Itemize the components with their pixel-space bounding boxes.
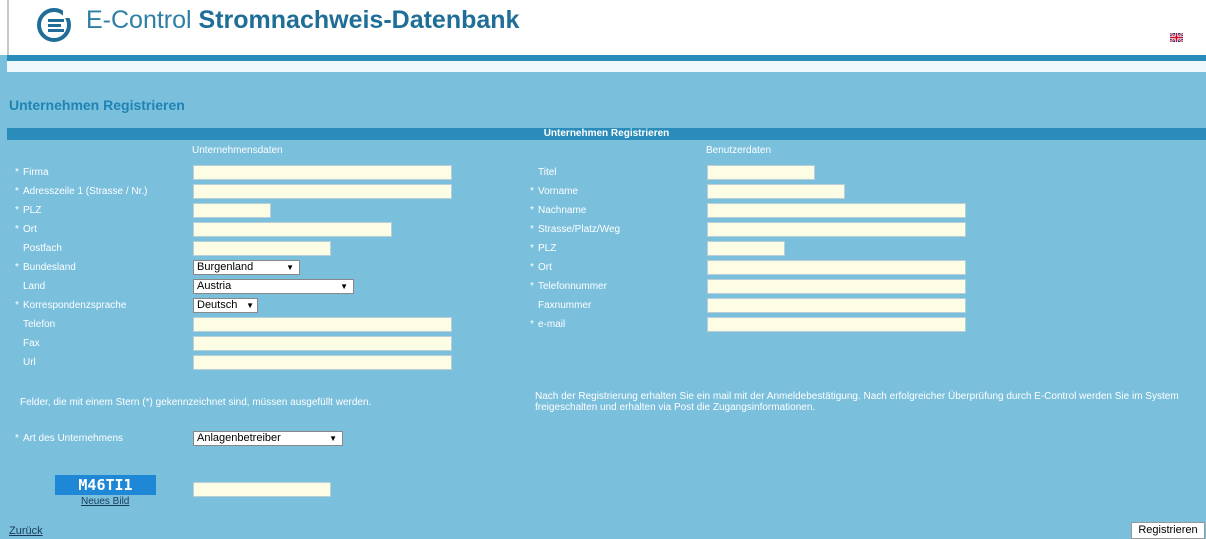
user-plz-input[interactable] bbox=[707, 241, 785, 256]
page-title: Unternehmen Registrieren bbox=[9, 97, 185, 113]
required-fields-note: Felder, die mit einem Stern (*) gekennze… bbox=[20, 397, 372, 408]
back-link[interactable]: Zurück bbox=[9, 525, 43, 537]
dropdown-arrow-icon: ▼ bbox=[340, 282, 348, 291]
header-gap bbox=[7, 61, 1206, 72]
uk-flag-icon[interactable] bbox=[1170, 33, 1183, 42]
url-input[interactable] bbox=[193, 355, 452, 370]
postfach-label: Postfach bbox=[23, 243, 62, 254]
land-label: Land bbox=[23, 281, 46, 292]
register-button[interactable]: Registrieren bbox=[1131, 522, 1205, 539]
brand-name: Stromnachweis-Datenbank bbox=[198, 6, 520, 34]
url-label: Url bbox=[23, 357, 36, 368]
firma-input[interactable] bbox=[193, 165, 452, 180]
vorname-label: * Vorname bbox=[530, 186, 579, 197]
art-label: * Art des Unternehmens bbox=[15, 433, 124, 444]
new-image-link[interactable]: Neues Bild bbox=[81, 496, 129, 507]
telefonnummer-label: * Telefonnummer bbox=[530, 281, 607, 292]
e-control-logo-icon bbox=[37, 8, 71, 42]
company-plz-label: * PLZ bbox=[15, 205, 42, 216]
strasse-label: * Strasse/Platz/Weg bbox=[530, 224, 621, 235]
bundesland-select[interactable]: Burgenland ▼ bbox=[193, 260, 300, 275]
vorname-input[interactable] bbox=[707, 184, 845, 199]
fax-label: Fax bbox=[23, 338, 40, 349]
company-section-heading: Unternehmensdaten bbox=[192, 145, 283, 156]
postfach-input[interactable] bbox=[193, 241, 331, 256]
nachname-input[interactable] bbox=[707, 203, 966, 218]
form-title-bar: Unternehmen Registrieren bbox=[7, 128, 1206, 140]
dropdown-arrow-icon: ▼ bbox=[329, 434, 337, 443]
titel-input[interactable] bbox=[707, 165, 815, 180]
bundesland-label: * Bundesland bbox=[15, 262, 76, 273]
telefon-label: Telefon bbox=[23, 319, 56, 330]
dropdown-arrow-icon: ▼ bbox=[286, 263, 294, 272]
art-select[interactable]: Anlagenbetreiber ▼ bbox=[193, 431, 343, 446]
titel-label: Titel bbox=[538, 167, 557, 178]
email-label: * e-mail bbox=[530, 319, 566, 330]
user-section-heading: Benutzerdaten bbox=[706, 145, 772, 156]
adresse-input[interactable] bbox=[193, 184, 452, 199]
telefon-input[interactable] bbox=[193, 317, 452, 332]
captcha-image: M46TI1 bbox=[55, 475, 156, 495]
sprache-label: * Korrespondenzsprache bbox=[15, 300, 127, 311]
nachname-label: * Nachname bbox=[530, 205, 587, 216]
faxnummer-label: Faxnummer bbox=[538, 300, 592, 311]
header: E-Control Stromnachweis-Datenbank bbox=[0, 0, 1206, 55]
sprache-select[interactable]: Deutsch ▼ bbox=[193, 298, 258, 313]
telefonnummer-input[interactable] bbox=[707, 279, 966, 294]
user-ort-input[interactable] bbox=[707, 260, 966, 275]
fax-input[interactable] bbox=[193, 336, 452, 351]
land-select[interactable]: Austria ▼ bbox=[193, 279, 354, 294]
captcha-input[interactable] bbox=[193, 482, 331, 497]
firma-label: * Firma bbox=[15, 167, 49, 178]
faxnummer-input[interactable] bbox=[707, 298, 966, 313]
email-input[interactable] bbox=[707, 317, 966, 332]
company-plz-input[interactable] bbox=[193, 203, 271, 218]
brand-prefix: E-Control bbox=[86, 6, 192, 34]
company-ort-label: * Ort bbox=[15, 224, 37, 235]
brand-title: E-Control Stromnachweis-Datenbank bbox=[86, 6, 519, 35]
user-plz-label: * PLZ bbox=[530, 243, 557, 254]
company-ort-input[interactable] bbox=[193, 222, 392, 237]
strasse-input[interactable] bbox=[707, 222, 966, 237]
user-ort-label: * Ort bbox=[530, 262, 552, 273]
registration-info-note: Nach der Registrierung erhalten Sie ein … bbox=[535, 391, 1179, 413]
adresse-label: * Adresszeile 1 (Strasse / Nr.) bbox=[15, 186, 148, 197]
header-left-border bbox=[7, 0, 9, 55]
dropdown-arrow-icon: ▼ bbox=[246, 301, 254, 310]
